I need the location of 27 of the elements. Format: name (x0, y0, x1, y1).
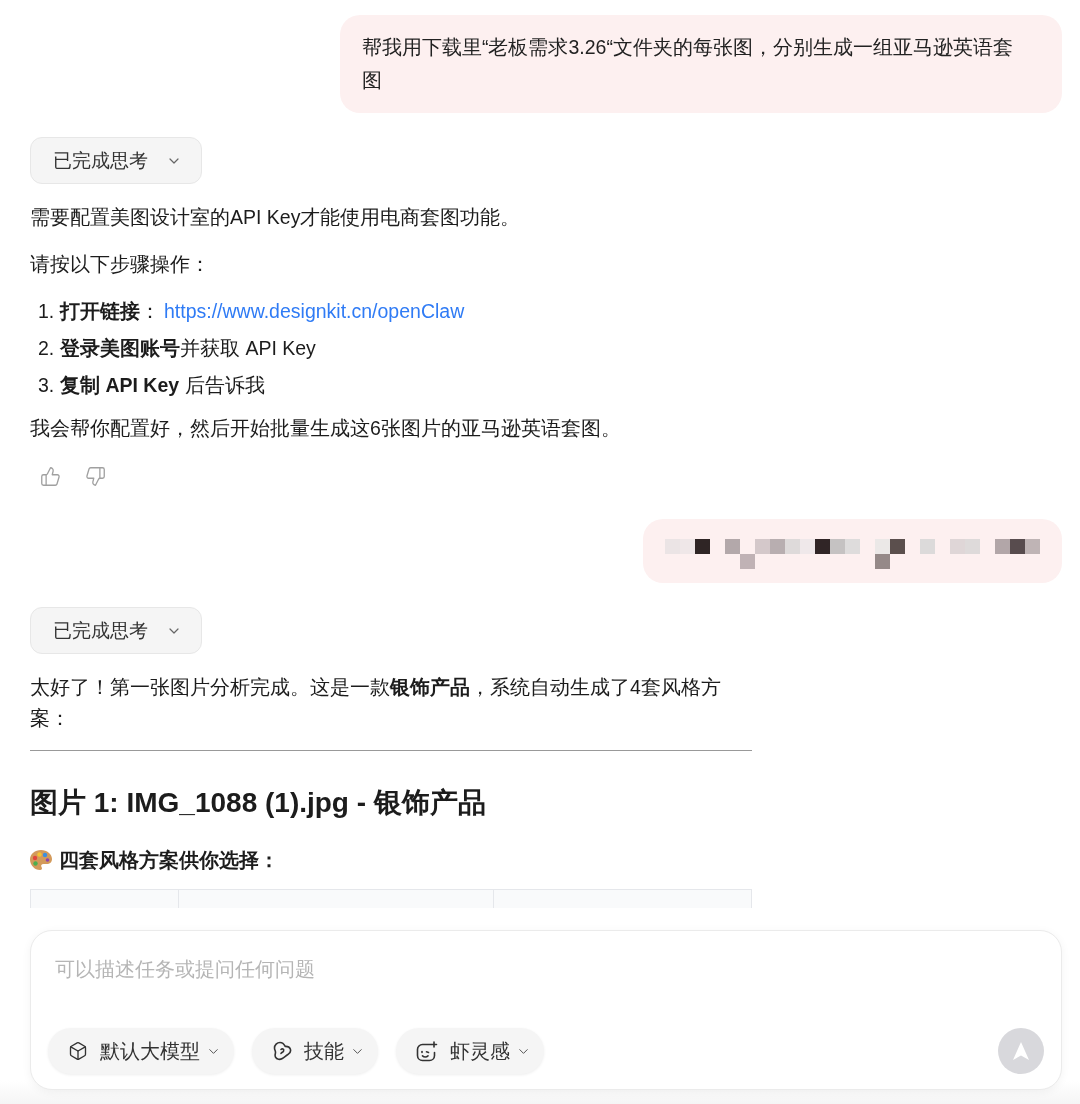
option-chip[interactable]: 技能 (252, 1028, 378, 1074)
sub-heading: 四套风格方案供你选择： (59, 848, 279, 873)
list-item-text: 打开链接： https://www.designkit.cn/openClaw (60, 299, 465, 324)
message-text: 我会帮你配置好，然后开始批量生成这6张图片的亚马逊英语套图。 (30, 416, 622, 441)
thumbs-up-icon[interactable] (40, 466, 61, 487)
list-item-text: 复制 API Key 后告诉我 (60, 373, 265, 398)
send-icon (1012, 1042, 1030, 1060)
option-chip[interactable]: 默认大模型 (48, 1028, 234, 1074)
list-item-text: 登录美图账号并获取 API Key (60, 336, 316, 361)
user-message: 帮我用下载里“老板需求3.26“文件夹的每张图，分别生成一组亚马逊英语套图 (340, 15, 1062, 113)
thinking-toggle[interactable]: 已完成思考 (30, 607, 202, 654)
link[interactable]: https://www.designkit.cn/openClaw (164, 300, 465, 322)
section-heading: 图片 1: IMG_1088 (1).jpg - 银饰产品 (30, 786, 486, 820)
message-text: 需要配置美图设计室的API Key才能使用电商套图功能。 (30, 205, 522, 230)
option-chip[interactable]: 虾灵感 (396, 1028, 544, 1074)
blob-icon (272, 1041, 292, 1061)
palette-icon (30, 850, 52, 870)
list-number: 1. (38, 299, 56, 324)
thumbs-down-icon[interactable] (85, 466, 106, 487)
message-text: 太好了！第一张图片分析完成。这是一款银饰产品，系统自动生成了4套风格方案： (30, 675, 722, 731)
message-text: 请按以下步骤操作： (30, 252, 211, 277)
list-number: 3. (38, 373, 56, 398)
message-input[interactable]: 可以描述任务或提问任何问题 (48, 954, 1044, 986)
thinking-toggle[interactable]: 已完成思考 (30, 137, 202, 184)
list-number: 2. (38, 336, 56, 361)
winking-face-icon (416, 1040, 438, 1062)
cube-icon (68, 1041, 88, 1061)
